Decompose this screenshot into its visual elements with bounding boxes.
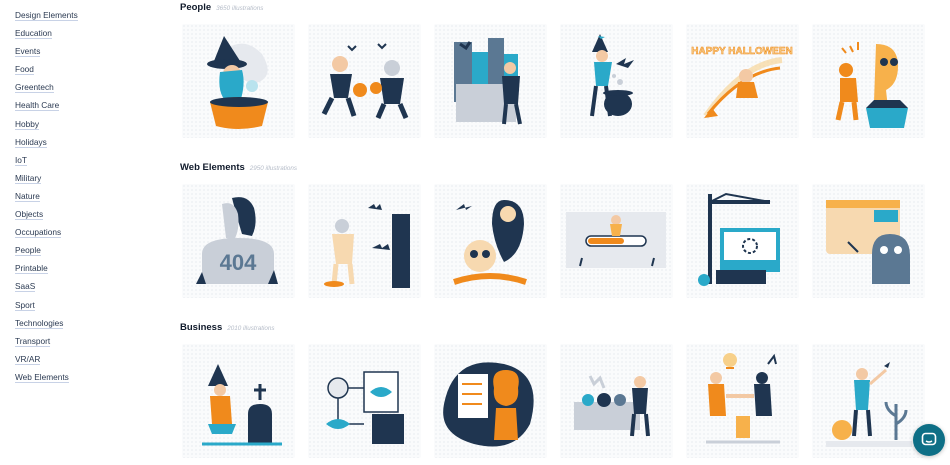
section-count: 3650 illustrations (216, 5, 264, 12)
sidebar-item-label: Hobby (15, 118, 39, 130)
sidebar-item-printable[interactable]: Printable (15, 259, 160, 277)
404-tombstone-illustration[interactable]: 404 (182, 184, 295, 298)
section-people: People 3650 illustrations HAPPY HALLOWEE… (180, 2, 940, 138)
sidebar-item-label: People (15, 245, 41, 257)
sidebar-item-objects[interactable]: Objects (15, 205, 160, 223)
handshake-deal-illustration[interactable] (686, 344, 799, 458)
sidebar-item-label: Food (15, 64, 34, 76)
little-witch-illustration[interactable] (560, 24, 673, 138)
sidebar-item-food[interactable]: Food (15, 60, 160, 78)
sidebar-item-label: Printable (15, 263, 48, 275)
sidebar-item-label: Design Elements (15, 10, 78, 21)
sidebar-item-military[interactable]: Military (15, 169, 160, 187)
sidebar-item-education[interactable]: Education (15, 24, 160, 42)
sidebar-item-health-care[interactable]: Health Care (15, 96, 160, 114)
sidebar-item-occupations[interactable]: Occupations (15, 223, 160, 241)
monster-browser-illustration[interactable] (812, 184, 925, 298)
sidebar-item-label: Web Elements (15, 371, 69, 383)
404-text: 404 (220, 250, 257, 275)
loading-bar-illustration[interactable] (560, 184, 673, 298)
sidebar-item-sport[interactable]: Sport (15, 296, 160, 314)
sidebar-item-label: Events (15, 46, 41, 58)
sidebar-item-vr-ar[interactable]: VR/AR (15, 350, 160, 368)
sidebar-item-web-elements[interactable]: Web Elements (15, 368, 160, 386)
sidebar-item-events[interactable]: Events (15, 42, 160, 60)
sidebar-item-label: Transport (15, 335, 51, 347)
sidebar-item-transport[interactable]: Transport (15, 332, 160, 350)
skull-ghost-box-illustration[interactable] (812, 24, 925, 138)
chat-button[interactable] (913, 424, 945, 456)
sidebar-item-iot[interactable]: IoT (15, 151, 160, 169)
sidebar-item-label: Education (15, 28, 52, 40)
sidebar-item-label: Occupations (15, 227, 62, 239)
section-business: Business 2010 illustrations (180, 322, 940, 458)
eye-diagram-illustration[interactable] (308, 344, 421, 458)
sidebar-item-nature[interactable]: Nature (15, 187, 160, 205)
category-sidebar: Design Elements Education Events Food Gr… (0, 0, 160, 465)
grim-reaper-skull-illustration[interactable] (434, 184, 547, 298)
sidebar-item-label: Objects (15, 209, 44, 221)
growth-plant-illustration[interactable] (812, 344, 925, 458)
section-title[interactable]: Business (180, 322, 222, 333)
zombie-city-illustration[interactable] (434, 24, 547, 138)
chat-bubble-icon (921, 432, 937, 446)
trick-or-treat-kids-illustration[interactable] (308, 24, 421, 138)
section-count: 2010 illustrations (227, 325, 275, 332)
sidebar-item-holidays[interactable]: Holidays (15, 133, 160, 151)
sidebar-item-label: IoT (15, 154, 27, 166)
section-header: Web Elements 2950 illustrations (180, 162, 940, 180)
sidebar-item-label: Technologies (15, 317, 64, 329)
crane-browser-illustration[interactable] (686, 184, 799, 298)
happy-halloween-broom-illustration[interactable]: HAPPY HALLOWEEN (686, 24, 799, 138)
sidebar-item-label: Military (15, 172, 42, 184)
sidebar-item-technologies[interactable]: Technologies (15, 314, 160, 332)
section-header: Business 2010 illustrations (180, 322, 940, 340)
section-count: 2950 illustrations (249, 165, 298, 172)
sidebar-item-label: SaaS (15, 281, 36, 293)
section-title[interactable]: Web Elements (180, 162, 245, 173)
section-header: People 3650 illustrations (180, 2, 940, 20)
illustration-gallery: People 3650 illustrations HAPPY HALLOWEE… (180, 0, 950, 465)
sidebar-item-label: VR/AR (15, 353, 41, 365)
sidebar-item-label: Health Care (15, 100, 60, 112)
sidebar-item-greentech[interactable]: Greentech (15, 78, 160, 96)
sidebar-item-hobby[interactable]: Hobby (15, 115, 160, 133)
sidebar-item-label: Greentech (15, 82, 54, 94)
pumpkin-checklist-illustration[interactable] (434, 344, 547, 458)
section-title[interactable]: People (180, 2, 211, 13)
sidebar-item-label: Sport (15, 299, 35, 311)
happy-halloween-text: HAPPY HALLOWEEN (691, 46, 793, 57)
witch-grave-illustration[interactable] (182, 344, 295, 458)
sidebar-item-saas[interactable]: SaaS (15, 277, 160, 295)
section-web-elements: Web Elements 2950 illustrations 404 (180, 162, 940, 298)
sidebar-item-label: Holidays (15, 136, 47, 148)
mummy-bats-illustration[interactable] (308, 184, 421, 298)
witch-cauldron-illustration[interactable] (182, 24, 295, 138)
sidebar-item-label: Nature (15, 190, 40, 202)
sidebar-item-people[interactable]: People (15, 241, 160, 259)
pumpkin-crate-illustration[interactable] (560, 344, 673, 458)
sidebar-item-design-elements[interactable]: Design Elements (15, 6, 160, 24)
